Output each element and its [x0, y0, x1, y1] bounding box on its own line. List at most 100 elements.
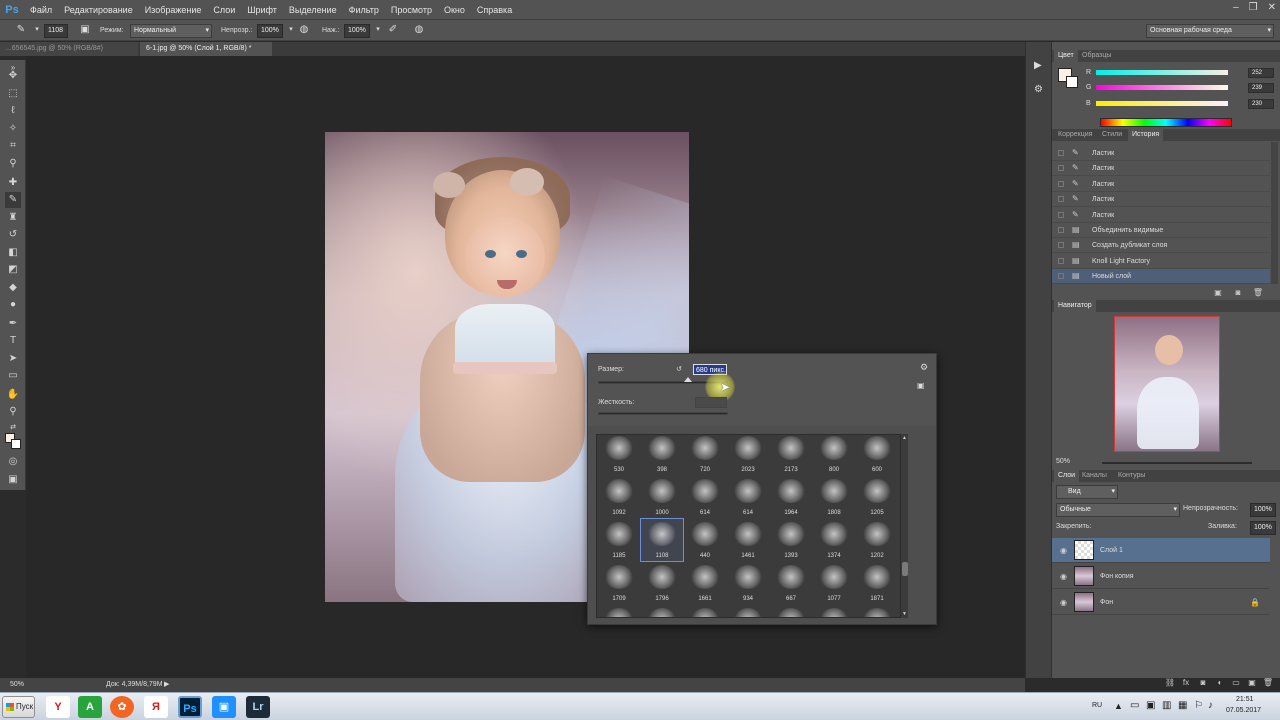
zoom-tool-icon[interactable]: ⚲: [5, 404, 21, 420]
brush-preset-item[interactable]: [598, 605, 640, 617]
size-slider-thumb[interactable]: [684, 377, 692, 382]
type-tool-icon[interactable]: T: [5, 333, 21, 349]
brush-preset-item[interactable]: [641, 605, 683, 617]
hand-tool-icon[interactable]: ✋: [5, 387, 21, 403]
menu-layers[interactable]: Слои: [207, 5, 241, 15]
clock-time[interactable]: 21:51: [1236, 696, 1254, 703]
layer-filter-dropdown[interactable]: Вид: [1056, 485, 1118, 499]
red-slider[interactable]: [1096, 70, 1228, 75]
brush-preset-item[interactable]: [727, 605, 769, 617]
tab-document-2[interactable]: 6-1.jpg @ 50% (Слой 1, RGB/8) *: [140, 42, 272, 56]
brush-preset-item[interactable]: [770, 605, 812, 617]
menu-filter[interactable]: Фильтр: [343, 5, 385, 15]
language-indicator[interactable]: RU: [1092, 702, 1102, 709]
gear-icon[interactable]: ⚙: [920, 362, 928, 373]
new-layer-icon[interactable]: ▣: [1246, 678, 1258, 687]
brush-preset-item[interactable]: 1661: [684, 562, 726, 604]
tab-color[interactable]: Цвет: [1054, 50, 1078, 62]
brush-preset-item[interactable]: 440: [684, 519, 726, 561]
brush-preset-item[interactable]: 1108: [640, 518, 684, 562]
dodge-tool-icon[interactable]: ●: [5, 297, 21, 313]
green-slider[interactable]: [1096, 85, 1228, 90]
flow-field[interactable]: 100%: [344, 24, 370, 38]
fill-field[interactable]: 100%: [1250, 521, 1276, 535]
tray-app3-icon[interactable]: ▥: [1162, 700, 1171, 711]
brush-preset-icon[interactable]: ✎: [14, 23, 28, 37]
hardness-input[interactable]: [695, 397, 727, 408]
visibility-eye-icon[interactable]: ◉: [1060, 564, 1067, 589]
eyedropper-tool-icon[interactable]: ⚲: [5, 156, 21, 172]
adjustments-icon[interactable]: ⚙: [1034, 84, 1043, 95]
layer-name[interactable]: Фон копия: [1100, 564, 1134, 589]
navigator-preview[interactable]: [1114, 316, 1220, 452]
path-select-tool-icon[interactable]: ➤: [5, 351, 21, 367]
history-checkbox[interactable]: [1058, 196, 1064, 203]
minimize-button[interactable]: –: [1233, 2, 1239, 13]
bg-color-chip[interactable]: [1066, 76, 1078, 88]
history-state[interactable]: ✎ Ластик: [1052, 192, 1270, 208]
brush-preset-item[interactable]: 1796: [641, 562, 683, 604]
restore-button[interactable]: ❐: [1249, 2, 1258, 13]
brush-tool-icon[interactable]: ✎: [5, 192, 21, 208]
history-checkbox[interactable]: [1058, 180, 1064, 187]
brush-preset-item[interactable]: 667: [770, 562, 812, 604]
navigator-zoom-slider[interactable]: [1102, 462, 1252, 464]
blue-value[interactable]: 230: [1248, 99, 1274, 109]
brush-preset-item[interactable]: 530: [598, 435, 640, 475]
tab-navigator[interactable]: Навигатор: [1054, 300, 1096, 312]
tray-app4-icon[interactable]: ▦: [1178, 700, 1187, 711]
aimp-icon[interactable]: A: [78, 696, 102, 718]
scroll-thumb[interactable]: [902, 562, 908, 576]
history-state[interactable]: ✎ Ластик: [1052, 177, 1270, 192]
history-state[interactable]: ▤ Создать дубликат слоя: [1052, 238, 1270, 254]
brush-preset-item[interactable]: 720: [684, 435, 726, 475]
brush-preset-item[interactable]: 800: [813, 435, 855, 475]
delete-layer-icon[interactable]: 🗑: [1262, 678, 1274, 687]
brush-preset-item[interactable]: 600: [856, 435, 898, 475]
brush-preset-item[interactable]: 1964: [770, 476, 812, 518]
eraser-tool-icon[interactable]: ◧: [5, 245, 21, 261]
mode-dropdown[interactable]: Нормальный: [130, 24, 212, 38]
brush-preset-item[interactable]: [684, 605, 726, 617]
chevron-down-icon[interactable]: ▾: [30, 23, 44, 37]
move-tool-icon[interactable]: ✥: [5, 68, 21, 84]
color-spectrum[interactable]: [1100, 118, 1232, 127]
lightroom-icon[interactable]: Lr: [246, 696, 270, 718]
history-brush-tool-icon[interactable]: ↺: [5, 227, 21, 243]
opacity-slider-icon[interactable]: ▾: [284, 23, 298, 37]
marquee-tool-icon[interactable]: ⬚: [5, 86, 21, 102]
brush-preset-item[interactable]: 1205: [856, 476, 898, 518]
history-state[interactable]: ▤ Knoll Light Factory: [1052, 254, 1270, 269]
brush-preset-item[interactable]: 2023: [727, 435, 769, 475]
brush-preset-item[interactable]: [856, 605, 898, 617]
layer-name[interactable]: Слой 1: [1100, 538, 1123, 563]
tray-app-icon[interactable]: ▭: [1130, 700, 1139, 711]
history-state[interactable]: ▤ Новый слой: [1052, 269, 1270, 285]
blur-tool-icon[interactable]: ◆: [5, 280, 21, 296]
reset-size-icon[interactable]: ↺: [676, 365, 682, 373]
tab-channels[interactable]: Каналы: [1078, 470, 1111, 482]
brush-preset-item[interactable]: 1374: [813, 519, 855, 561]
brush-preset-item[interactable]: 1461: [727, 519, 769, 561]
pen-tool-icon[interactable]: ✒: [5, 316, 21, 332]
red-value[interactable]: 252: [1248, 68, 1274, 78]
visibility-eye-icon[interactable]: ◉: [1060, 590, 1067, 615]
gradient-tool-icon[interactable]: ◩: [5, 262, 21, 278]
media-app-icon[interactable]: ✿: [110, 696, 134, 718]
history-scrollbar[interactable]: [1271, 142, 1278, 284]
scroll-down-icon[interactable]: ▼: [902, 611, 907, 617]
adjustment-layer-icon[interactable]: ◐: [1214, 678, 1226, 687]
play-icon[interactable]: ▶: [1034, 60, 1042, 71]
brush-panel-icon[interactable]: ▣: [78, 23, 92, 37]
history-state[interactable]: ✎ Ластик: [1052, 208, 1270, 223]
network-icon[interactable]: ⚐: [1194, 700, 1203, 711]
clock-date[interactable]: 07.05.2017: [1226, 707, 1261, 714]
layer-name[interactable]: Фон: [1100, 590, 1113, 615]
history-snapshot-icon[interactable]: ▣: [1212, 288, 1224, 297]
volume-icon[interactable]: ♪: [1208, 700, 1213, 711]
menu-window[interactable]: Окно: [438, 5, 471, 15]
start-button[interactable]: Пуск: [2, 696, 35, 718]
brush-preset-item[interactable]: 1871: [856, 562, 898, 604]
scroll-up-icon[interactable]: ▲: [902, 435, 907, 441]
history-camera-icon[interactable]: ◙: [1232, 288, 1244, 297]
